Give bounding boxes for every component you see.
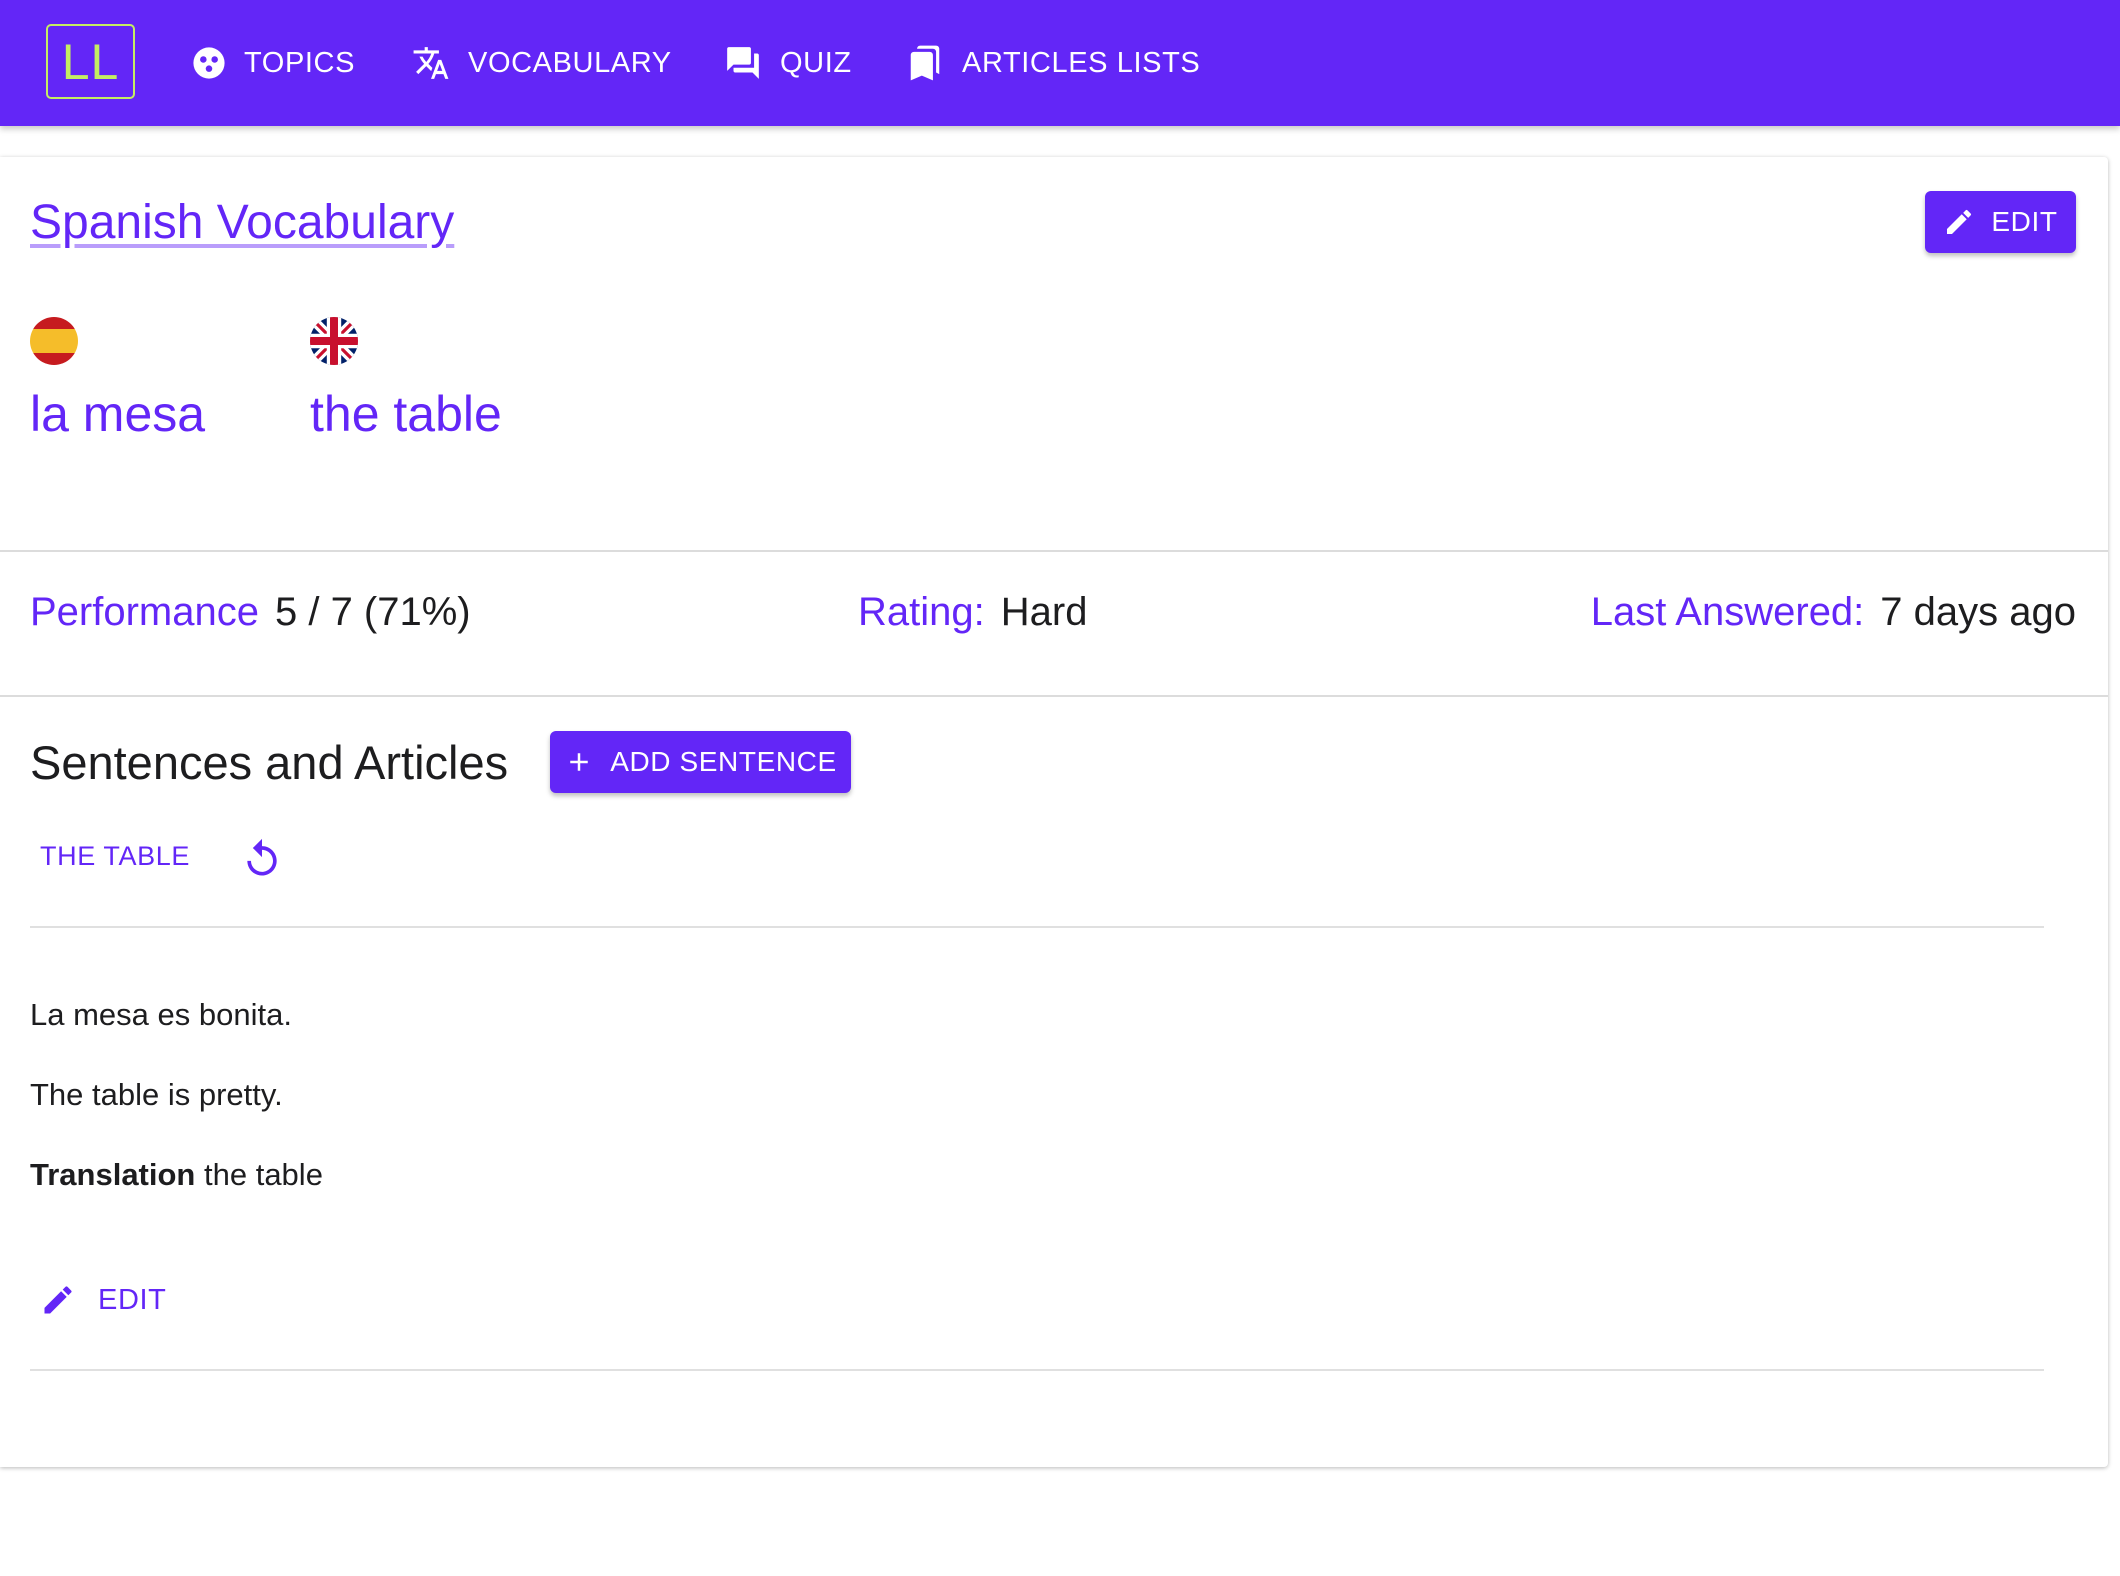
refresh-icon[interactable] (240, 837, 284, 881)
rating-value: Hard (1000, 590, 1088, 634)
pencil-icon (1947, 209, 1972, 234)
divider (0, 695, 2108, 697)
vocabulary-card: Spanish Vocabulary EDIT la mesa the tabl… (0, 157, 2108, 1467)
nav-topics[interactable]: TOPICS (192, 40, 355, 86)
nav-quiz[interactable]: QUIZ (724, 40, 852, 86)
edit-sentence-button[interactable]: EDIT (40, 1277, 166, 1323)
add-sentence-button[interactable]: ADD SENTENCE (550, 731, 851, 793)
edit-sentence-label: EDIT (98, 1283, 167, 1316)
nav-topics-label: TOPICS (244, 46, 356, 79)
last-answered-value: 7 days ago (1880, 590, 2076, 634)
nav-vocabulary-label: VOCABULARY (468, 46, 672, 79)
section-title: Sentences and Articles (30, 736, 509, 789)
word-spanish: la mesa (30, 386, 206, 442)
rating-stat: Rating: Hard (858, 590, 1087, 635)
plus-icon (570, 753, 588, 771)
tab-the-table[interactable]: THE TABLE (40, 841, 190, 872)
app-bar: LL TOPICS VOCABULARY QUIZ ARTICLES LISTS (0, 0, 2120, 126)
sentence-translation: The table is pretty. (30, 1077, 283, 1112)
divider (30, 926, 2044, 928)
nav-vocabulary[interactable]: VOCABULARY (412, 40, 672, 86)
app-logo[interactable]: LL (46, 24, 135, 99)
translation-label: Translation (30, 1157, 196, 1192)
performance-value: 5 / 7 (71%) (274, 590, 471, 634)
topic-link[interactable]: Spanish Vocabulary (30, 195, 454, 250)
translation-value: the table (204, 1157, 323, 1192)
performance-stat: Performance 5 / 7 (71%) (30, 590, 471, 635)
nav-quiz-label: QUIZ (780, 46, 852, 79)
nav-articles-lists[interactable]: ARTICLES LISTS (906, 40, 1200, 86)
performance-label: Performance (30, 590, 259, 634)
last-answered-stat: Last Answered: 7 days ago (1591, 590, 2076, 635)
divider (30, 1369, 2044, 1371)
edit-word-button[interactable]: EDIT (1925, 191, 2076, 253)
rating-label: Rating: (858, 590, 985, 634)
pencil-icon (44, 1286, 72, 1314)
nav-articles-lists-label: ARTICLES LISTS (962, 46, 1201, 79)
last-answered-label: Last Answered: (1590, 590, 1865, 634)
spain-flag-icon (30, 317, 78, 365)
translation-row: Translation the table (30, 1157, 323, 1193)
add-sentence-label: ADD SENTENCE (610, 746, 837, 777)
divider (0, 550, 2108, 552)
word-english: the table (310, 386, 502, 442)
sentence-original: La mesa es bonita. (30, 997, 292, 1032)
translate-icon (413, 47, 449, 79)
edit-word-label: EDIT (1991, 206, 2058, 237)
bookmarks-icon (910, 45, 940, 81)
topics-icon (193, 47, 225, 79)
forum-icon (727, 47, 759, 79)
uk-flag-icon (310, 317, 358, 365)
